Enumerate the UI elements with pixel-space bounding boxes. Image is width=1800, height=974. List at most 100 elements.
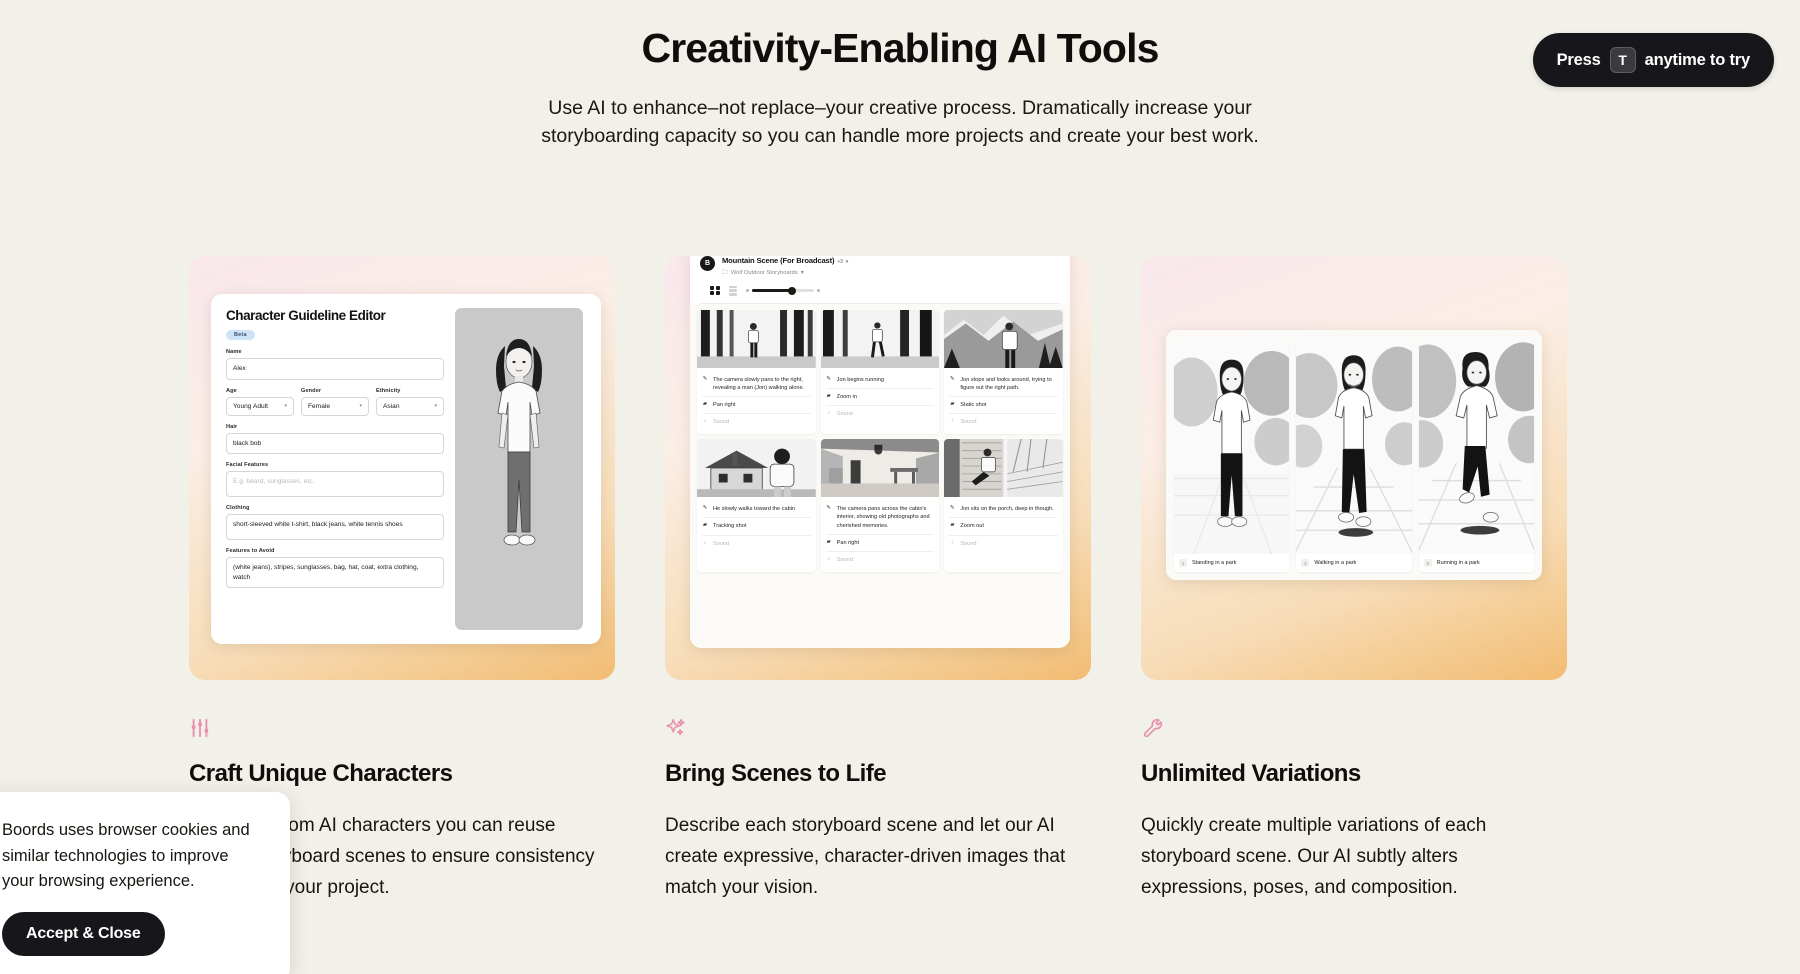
variation-number: 1 [1179, 559, 1187, 567]
field-gender-value: Female [308, 402, 330, 410]
cell-sound-line: ♪ Sound [702, 536, 811, 552]
sound-icon: ♪ [827, 410, 831, 417]
sparkles-icon [665, 717, 1091, 741]
field-name-input[interactable]: Alex [226, 358, 444, 380]
running-in-park-illustration [1418, 338, 1534, 554]
text-icon: ✎ [950, 375, 955, 382]
camera-icon: ▰ [950, 401, 955, 408]
cell-description-line: ✎ Jon stops and looks around, trying to f… [949, 372, 1058, 398]
cabin-exterior-illustration [697, 439, 816, 498]
field-facial-features-input[interactable]: E.g. beard, sunglasses, etc. [226, 471, 444, 498]
storyboard-cell[interactable]: ✎ The camera slowly pans to the right, re… [697, 309, 816, 435]
project-title-text: Mountain Scene (For Broadcast) [722, 256, 835, 265]
cell-sound: Sound [960, 419, 977, 426]
press-t-badge[interactable]: Press T anytime to try [1532, 33, 1774, 87]
feature-body-variations: Quickly create multiple variations of ea… [1141, 815, 1487, 898]
feature-column-variations: 1 Standing in a park 2 Walking in a park… [1141, 256, 1567, 903]
field-ethnicity: Ethnicity Asian ▾ [376, 388, 444, 416]
variations-mockup: 1 Standing in a park 2 Walking in a park… [1166, 330, 1542, 580]
press-badge-prefix: Press [1556, 50, 1601, 69]
storyboard-cell[interactable]: ✎ The camera pans across the cabin's inte… [820, 439, 940, 572]
field-hair-input[interactable]: black bob [226, 432, 444, 455]
storyboard-folder[interactable]: 🗀 Wolf Outdoor Storyboards ▾ [722, 268, 848, 278]
cell-sound-line: ♪ Sound [949, 414, 1058, 430]
camera-icon: ▰ [702, 401, 708, 408]
wrench-icon [1141, 717, 1567, 741]
field-age-select[interactable]: Young Adult ▾ [226, 396, 294, 416]
storyboard-editor-mockup: B Mountain Scene (For Broadcast) +3 ▾ 🗀 Wo… [690, 256, 1070, 648]
app-logo: B [700, 256, 715, 271]
press-badge-suffix: anytime to try [1644, 50, 1751, 69]
feature-column-scenes: B Mountain Scene (For Broadcast) +3 ▾ 🗀 Wo… [665, 256, 1091, 903]
cell-description: Jon stops and looks around, trying to fi… [960, 376, 1052, 391]
cell-camera: Pan right [836, 539, 860, 546]
cell-sound-line: ♪ Sound [949, 536, 1058, 552]
storyboard-cells-grid: ✎ The camera slowly pans to the right, re… [690, 304, 1070, 578]
zoom-out-icon [745, 289, 749, 293]
variations-artwork: 1 Standing in a park 2 Walking in a park… [1141, 256, 1567, 680]
field-facial-features: Facial Features E.g. beard, sunglasses, … [226, 462, 444, 498]
variation-number: 2 [1301, 559, 1310, 567]
field-hair: Hair black bob [226, 424, 444, 455]
storyboard-cell[interactable]: ✎ He slowly walks toward the cabin ▰ Track… [697, 439, 816, 572]
cell-camera-line: ▰ Pan right [825, 535, 935, 552]
storyboard-cell[interactable]: ✎ Jon sits on the porch, deep in though. … [944, 439, 1063, 572]
zoom-in-icon [816, 289, 820, 293]
cell-sound: Sound [836, 411, 853, 418]
camera-icon: ▰ [702, 522, 708, 529]
variation-thumbnail [1174, 338, 1290, 554]
zoom-slider-knob[interactable] [787, 286, 796, 295]
storyboard-cell[interactable]: ✎ Jon stops and looks around, trying to f… [944, 309, 1063, 435]
storyboard-project-title: Mountain Scene (For Broadcast) +3 ▾ [722, 256, 848, 265]
chevron-down-icon: ▾ [800, 269, 804, 276]
text-icon: ✎ [950, 505, 955, 512]
variation-card[interactable]: 3 Running in a park [1418, 338, 1534, 572]
storyboard-cell[interactable]: ✎ Jon begins running ▰ Zoom in ♪ Sound [820, 309, 940, 435]
variation-card[interactable]: 2 Walking in a park [1296, 338, 1412, 572]
page-title: Creativity-Enabling AI Tools [641, 25, 1160, 71]
character-portrait-illustration [455, 308, 583, 608]
character-portrait-preview [455, 308, 583, 630]
list-view-icon[interactable] [728, 285, 737, 296]
text-icon: ✎ [826, 505, 831, 512]
field-age-label: Age [226, 387, 237, 394]
storyboard-thumbnail [697, 309, 816, 368]
hero-subtitle: Use AI to enhance–not replace–your creat… [541, 96, 1259, 148]
demographics-row: Age Young Adult ▾ Gender Female ▾ Ethnic… [226, 388, 444, 416]
cell-sound: Sound [713, 540, 730, 547]
cell-sound-line: ♪ Sound [702, 414, 811, 430]
field-age-value: Young Adult [233, 402, 268, 410]
grid-view-icon[interactable] [710, 285, 720, 296]
cell-camera: Zoom in [836, 393, 857, 400]
storyboard-thumbnail [820, 309, 940, 368]
field-ethnicity-select[interactable]: Asian ▾ [376, 396, 444, 416]
storyboard-artwork: B Mountain Scene (For Broadcast) +3 ▾ 🗀 Wo… [665, 256, 1091, 680]
variation-caption-row: 1 Standing in a park [1174, 554, 1289, 572]
field-name-label: Name [226, 349, 242, 355]
field-gender-select[interactable]: Female ▾ [301, 396, 369, 416]
accept-close-button[interactable]: Accept & Close [2, 912, 165, 956]
field-features-to-avoid-input[interactable]: (white jeans), stripes, sunglasses, bag,… [226, 557, 444, 589]
text-icon: ✎ [702, 505, 708, 512]
cell-description-line: ✎ The camera pans across the cabin's inte… [825, 501, 935, 535]
folder-icon: 🗀 [722, 269, 728, 276]
variation-thumbnail [1418, 338, 1534, 554]
variation-card[interactable]: 1 Standing in a park [1174, 338, 1290, 572]
press-badge-key: T [1609, 47, 1636, 73]
cell-description: Jon begins running [836, 376, 884, 383]
camera-icon: ▰ [826, 392, 831, 399]
cell-description-line: ✎ Jon begins running [825, 372, 935, 389]
forest-walking-illustration [697, 309, 816, 368]
chevron-down-icon[interactable]: ▾ [846, 259, 849, 265]
cell-description: He slowly walks toward the cabin [713, 506, 796, 513]
field-clothing-input[interactable]: short-sleeved white t-shirt, black jeans… [226, 514, 444, 541]
cell-description: Jon sits on the porch, deep in though. [960, 506, 1054, 513]
zoom-slider[interactable] [745, 286, 820, 295]
cell-camera-line: ▰ Static shot [949, 397, 1058, 415]
variation-caption: Running in a park [1436, 560, 1480, 566]
porch-sitting-illustration [944, 439, 1063, 498]
variation-number: 3 [1423, 559, 1432, 567]
cell-description-line: ✎ Jon sits on the porch, deep in though. [949, 501, 1058, 519]
forest-running-illustration [820, 309, 940, 368]
cell-camera-line: ▰ Zoom out [949, 518, 1058, 536]
